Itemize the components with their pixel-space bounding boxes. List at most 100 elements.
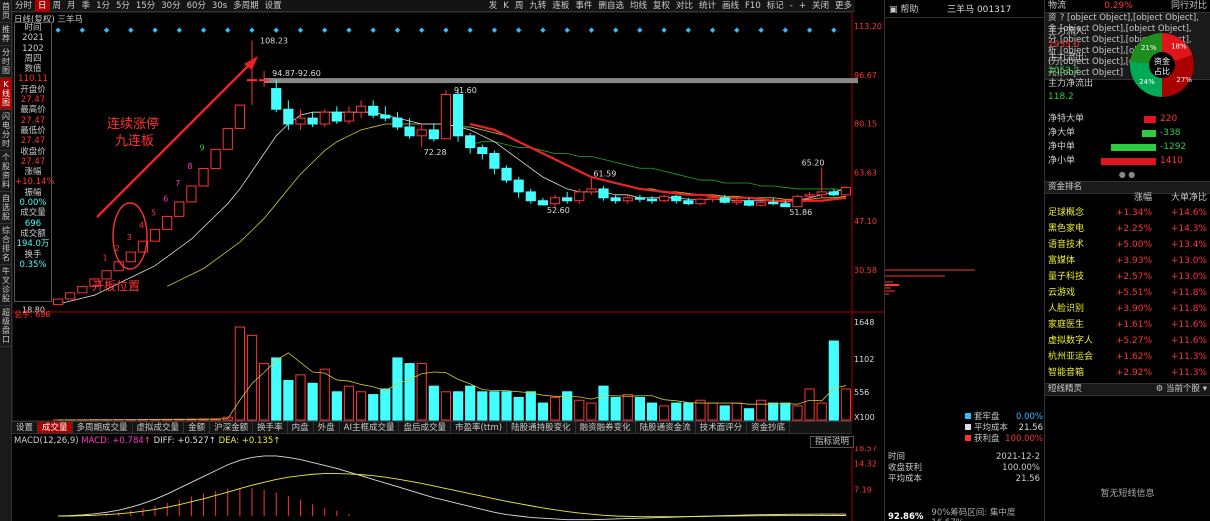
event-marker[interactable]: ◆: [298, 26, 304, 34]
volume-bar[interactable]: [646, 402, 658, 421]
event-marker[interactable]: ◆: [516, 26, 522, 34]
period-tab[interactable]: 1分: [93, 0, 113, 12]
volume-bar[interactable]: [574, 399, 585, 421]
nav-item[interactable]: 综合排名: [0, 224, 12, 265]
period-tab[interactable]: 60分: [184, 0, 209, 12]
candle[interactable]: [307, 117, 318, 125]
volume-bar[interactable]: [634, 396, 645, 421]
event-marker[interactable]: ◆: [249, 26, 255, 34]
volume-bar[interactable]: [683, 402, 694, 421]
candle[interactable]: [113, 261, 124, 272]
volume-bar[interactable]: [489, 391, 500, 421]
event-marker[interactable]: ◆: [80, 26, 86, 34]
period-tab[interactable]: 15分: [133, 0, 158, 12]
candle[interactable]: [52, 298, 64, 306]
period-tab[interactable]: 设置: [262, 0, 285, 12]
candle[interactable]: [452, 93, 464, 137]
candle[interactable]: [392, 117, 403, 128]
event-marker[interactable]: ◆: [128, 26, 134, 34]
toolbar-button[interactable]: 对比: [673, 0, 696, 12]
event-marker[interactable]: ◆: [589, 26, 595, 34]
indicator-tab[interactable]: 设置: [12, 422, 39, 433]
volume-bar[interactable]: [246, 334, 258, 421]
candle[interactable]: [404, 126, 415, 137]
volume-bar[interactable]: [234, 326, 245, 421]
event-marker[interactable]: ◆: [322, 26, 328, 34]
candle[interactable]: [101, 270, 112, 280]
event-marker[interactable]: ◆: [758, 26, 764, 34]
event-marker[interactable]: ◆: [395, 26, 401, 34]
rank-row[interactable]: 足球概念 +1.34% +14.6%: [1045, 205, 1210, 221]
candle[interactable]: [234, 104, 245, 129]
volume-bar[interactable]: [743, 408, 755, 421]
volume-bar[interactable]: [707, 402, 718, 421]
toolbar-button[interactable]: 发: [486, 0, 501, 12]
toolbar-button[interactable]: 统计: [696, 0, 719, 12]
event-marker[interactable]: ◆: [467, 26, 473, 34]
period-tab[interactable]: 季: [79, 0, 94, 12]
volume-bar[interactable]: [380, 388, 391, 421]
candle[interactable]: [840, 186, 852, 196]
candle[interactable]: [659, 195, 670, 202]
candle[interactable]: [683, 200, 694, 205]
volume-bar[interactable]: [440, 391, 452, 421]
volume-bar[interactable]: [513, 396, 524, 421]
candle[interactable]: [186, 185, 197, 203]
volume-bar[interactable]: [392, 357, 403, 421]
indicator-tab[interactable]: 金额: [184, 422, 211, 433]
event-marker[interactable]: ◆: [564, 26, 570, 34]
rank-row[interactable]: 家庭医生 +1.61% +11.6%: [1045, 317, 1210, 333]
indicator-tab[interactable]: 资金抄底: [747, 422, 791, 433]
toolbar-button[interactable]: 更多: [832, 0, 855, 12]
event-marker[interactable]: ◆: [831, 26, 837, 34]
candle[interactable]: [695, 198, 706, 205]
indicator-tab[interactable]: 多周期成交量: [73, 422, 133, 433]
event-marker[interactable]: ◆: [492, 26, 498, 34]
indicator-tab[interactable]: 市盈率(ttm): [451, 422, 508, 433]
candle[interactable]: [743, 200, 755, 206]
toolbar-button[interactable]: +: [796, 0, 809, 12]
event-marker[interactable]: ◆: [274, 26, 280, 34]
candle[interactable]: [816, 191, 827, 196]
event-marker[interactable]: ◆: [710, 26, 716, 34]
peer-compare-link[interactable]: 同行对比: [1171, 0, 1207, 12]
candle[interactable]: [428, 129, 439, 140]
event-marker[interactable]: ◆: [807, 26, 813, 34]
volume-bar[interactable]: [355, 391, 367, 421]
candle[interactable]: [622, 197, 633, 202]
volume-bar[interactable]: [416, 363, 427, 421]
toolbar-button[interactable]: 连板: [549, 0, 572, 12]
candle[interactable]: [780, 203, 791, 208]
candle[interactable]: [125, 251, 136, 263]
toolbar-button[interactable]: 标记: [764, 0, 787, 12]
volume-bar[interactable]: [331, 391, 342, 421]
period-tab[interactable]: 日: [35, 0, 50, 12]
volume-bar[interactable]: [343, 385, 355, 421]
indicator-tab[interactable]: 沪深金额: [210, 422, 254, 433]
volume-bar[interactable]: [465, 385, 476, 421]
indicator-tab[interactable]: 外盘: [314, 422, 340, 433]
event-marker[interactable]: ◆: [419, 26, 425, 34]
toolbar-button[interactable]: 周: [512, 0, 527, 12]
pager-dots[interactable]: ● ●: [1045, 170, 1209, 179]
candle[interactable]: [671, 195, 682, 202]
indicator-tab[interactable]: 盘后成交量: [399, 422, 451, 433]
event-marker[interactable]: ◆: [686, 26, 692, 34]
toolbar-button[interactable]: 均线: [627, 0, 650, 12]
rank-row[interactable]: 人脸识别 +3.90% +11.8%: [1045, 301, 1210, 317]
candle[interactable]: [489, 153, 500, 169]
candle[interactable]: [562, 197, 573, 202]
volume-bar[interactable]: [586, 402, 597, 421]
event-marker[interactable]: ◆: [540, 26, 546, 34]
candle[interactable]: [246, 79, 258, 82]
event-marker[interactable]: ◆: [55, 26, 61, 34]
volume-bar[interactable]: [283, 379, 294, 421]
candle[interactable]: [804, 194, 815, 197]
event-marker[interactable]: ◆: [346, 26, 352, 34]
candle[interactable]: [174, 201, 185, 217]
candle[interactable]: [634, 197, 645, 200]
event-marker[interactable]: ◆: [661, 26, 667, 34]
candle[interactable]: [646, 198, 658, 202]
period-tab[interactable]: 分时: [12, 0, 35, 12]
volume-bar[interactable]: [610, 396, 621, 421]
